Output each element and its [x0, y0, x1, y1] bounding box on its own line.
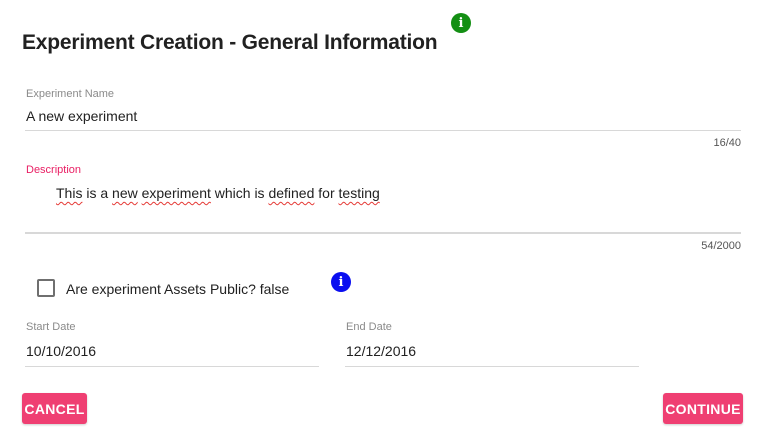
description-word: is a [82, 185, 113, 201]
end-date-field[interactable]: 12/12/2016 [346, 343, 638, 363]
experiment-name-underline [25, 130, 741, 131]
description-word: for [314, 185, 339, 201]
end-date-underline [345, 366, 639, 367]
description-word: testing [338, 185, 380, 201]
start-date-underline [25, 366, 319, 367]
description-word: defined [268, 185, 315, 201]
start-date-field[interactable]: 10/10/2016 [26, 343, 318, 363]
cancel-button[interactable]: CANCEL [22, 393, 87, 424]
end-date-label: End Date [346, 321, 392, 333]
assets-public-checkbox[interactable] [37, 279, 55, 297]
description-word: which is [210, 185, 269, 201]
experiment-name-field[interactable]: A new experiment [26, 108, 740, 128]
description-label: Description [26, 164, 82, 176]
assets-public-label: Are experiment Assets Public? false [66, 281, 290, 297]
info-icon[interactable]: i [451, 13, 471, 33]
description-word: new [112, 185, 138, 201]
experiment-name-label: Experiment Name [26, 88, 115, 100]
description-counter: 54/2000 [701, 240, 741, 252]
page-title: Experiment Creation - General Informatio… [22, 31, 438, 54]
info-icon[interactable]: i [331, 272, 351, 292]
description-word: This [56, 185, 83, 201]
start-date-label: Start Date [26, 321, 76, 333]
continue-button[interactable]: CONTINUE [663, 393, 743, 424]
description-textarea[interactable]: This is a new experiment which is define… [56, 185, 740, 229]
experiment-name-counter: 16/40 [713, 137, 741, 149]
description-underline [25, 232, 741, 234]
description-word: experiment [141, 185, 211, 201]
